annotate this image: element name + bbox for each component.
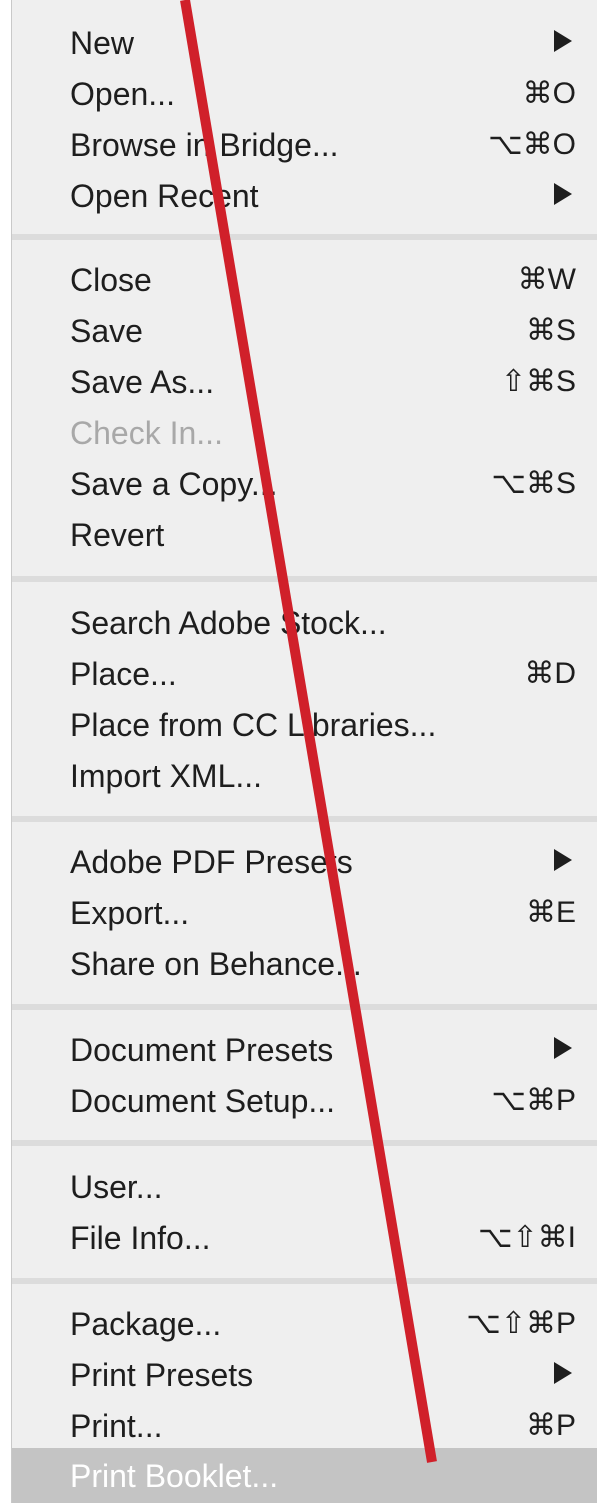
menu-item-shortcut: ⌘W <box>517 263 576 296</box>
menu-item-shortcut: ⌘D <box>524 657 576 690</box>
menu-separator <box>12 1004 597 1010</box>
menu-item-label: Save a Copy... <box>70 466 278 502</box>
menu-item-print[interactable]: Print... ⌘P <box>12 1400 597 1451</box>
menu-item-shortcut: ⌥⌘P <box>491 1084 576 1117</box>
menu-item-label: File Info... <box>70 1220 211 1256</box>
menu-item-label: Print Presets <box>70 1357 254 1393</box>
menu-item-open-recent[interactable]: Open Recent <box>12 170 597 221</box>
menu-item-shortcut: ⌥⌘S <box>491 467 576 500</box>
menu-item-revert[interactable]: Revert <box>12 509 597 560</box>
submenu-arrow-icon <box>554 30 572 52</box>
menu-item-check-in: Check In... <box>12 407 597 458</box>
submenu-arrow-icon <box>554 1037 572 1059</box>
menu-item-label: Package... <box>70 1306 222 1342</box>
menu-item-label: Close <box>70 262 152 298</box>
menu-separator <box>12 576 597 582</box>
page: New Open... ⌘O Browse in Bridge... ⌥⌘O O… <box>0 0 597 1503</box>
menu-item-label: Document Setup... <box>70 1083 336 1119</box>
submenu-arrow-icon <box>554 849 572 871</box>
menu-item-shortcut: ⌘S <box>525 314 576 347</box>
menu-item-label: Export... <box>70 895 190 931</box>
menu-item-print-presets[interactable]: Print Presets <box>12 1349 597 1400</box>
menu-item-label: Print... <box>70 1408 163 1444</box>
menu-item-print-booklet[interactable]: Print Booklet... <box>12 1448 597 1503</box>
menu-item-close[interactable]: Close ⌘W <box>12 254 597 305</box>
menu-item-label: Share on Behance... <box>70 946 362 982</box>
menu-item-shortcut: ⇧⌘S <box>500 365 576 398</box>
submenu-arrow-icon <box>554 1362 572 1384</box>
menu-item-label: Revert <box>70 517 165 553</box>
menu-item-label: Import XML... <box>70 758 263 794</box>
menu-item-browse-in-bridge[interactable]: Browse in Bridge... ⌥⌘O <box>12 119 597 170</box>
menu-item-package[interactable]: Package... ⌥⇧⌘P <box>12 1298 597 1349</box>
menu-item-save-a-copy[interactable]: Save a Copy... ⌥⌘S <box>12 458 597 509</box>
menu-item-shortcut: ⌘P <box>525 1409 576 1442</box>
menu-item-shortcut: ⌥⇧⌘P <box>466 1307 576 1340</box>
menu-item-document-setup[interactable]: Document Setup... ⌥⌘P <box>12 1075 597 1126</box>
menu-item-label: User... <box>70 1169 163 1205</box>
menu-item-label: Save As... <box>70 364 215 400</box>
menu-item-label: Save <box>70 313 143 349</box>
menu-item-label: Document Presets <box>70 1032 334 1068</box>
menu-item-label: Check In... <box>70 415 223 451</box>
menu-item-shortcut: ⌥⌘O <box>488 128 576 161</box>
file-menu: New Open... ⌘O Browse in Bridge... ⌥⌘O O… <box>11 0 597 1503</box>
menu-item-label: Print Booklet... <box>70 1458 279 1494</box>
menu-item-import-xml[interactable]: Import XML... <box>12 750 597 801</box>
menu-separator <box>12 1278 597 1284</box>
menu-item-shortcut: ⌥⇧⌘I <box>477 1221 576 1254</box>
menu-item-adobe-pdf-presets[interactable]: Adobe PDF Presets <box>12 836 597 887</box>
menu-item-file-info[interactable]: File Info... ⌥⇧⌘I <box>12 1212 597 1263</box>
menu-item-shortcut: ⌘O <box>522 77 576 110</box>
menu-item-place[interactable]: Place... ⌘D <box>12 648 597 699</box>
menu-item-search-adobe-stock[interactable]: Search Adobe Stock... <box>12 597 597 648</box>
menu-item-open[interactable]: Open... ⌘O <box>12 68 597 119</box>
menu-item-label: New <box>70 25 135 61</box>
menu-item-user[interactable]: User... <box>12 1161 597 1212</box>
submenu-arrow-icon <box>554 183 572 205</box>
menu-item-label: Open... <box>70 76 175 112</box>
menu-item-share-on-behance[interactable]: Share on Behance... <box>12 938 597 989</box>
menu-separator <box>12 816 597 822</box>
menu-item-label: Open Recent <box>70 178 259 214</box>
menu-item-label: Place... <box>70 656 177 692</box>
menu-item-label: Search Adobe Stock... <box>70 605 387 641</box>
menu-separator <box>12 234 597 240</box>
menu-item-save[interactable]: Save ⌘S <box>12 305 597 356</box>
menu-item-new[interactable]: New <box>12 17 597 68</box>
menu-item-document-presets[interactable]: Document Presets <box>12 1024 597 1075</box>
menu-item-export[interactable]: Export... ⌘E <box>12 887 597 938</box>
menu-item-label: Adobe PDF Presets <box>70 844 353 880</box>
menu-separator <box>12 1140 597 1146</box>
menu-item-label: Place from CC Libraries... <box>70 707 437 743</box>
menu-item-label: Browse in Bridge... <box>70 127 339 163</box>
menu-item-save-as[interactable]: Save As... ⇧⌘S <box>12 356 597 407</box>
menu-item-place-from-cc-libraries[interactable]: Place from CC Libraries... <box>12 699 597 750</box>
menu-item-shortcut: ⌘E <box>525 896 576 929</box>
